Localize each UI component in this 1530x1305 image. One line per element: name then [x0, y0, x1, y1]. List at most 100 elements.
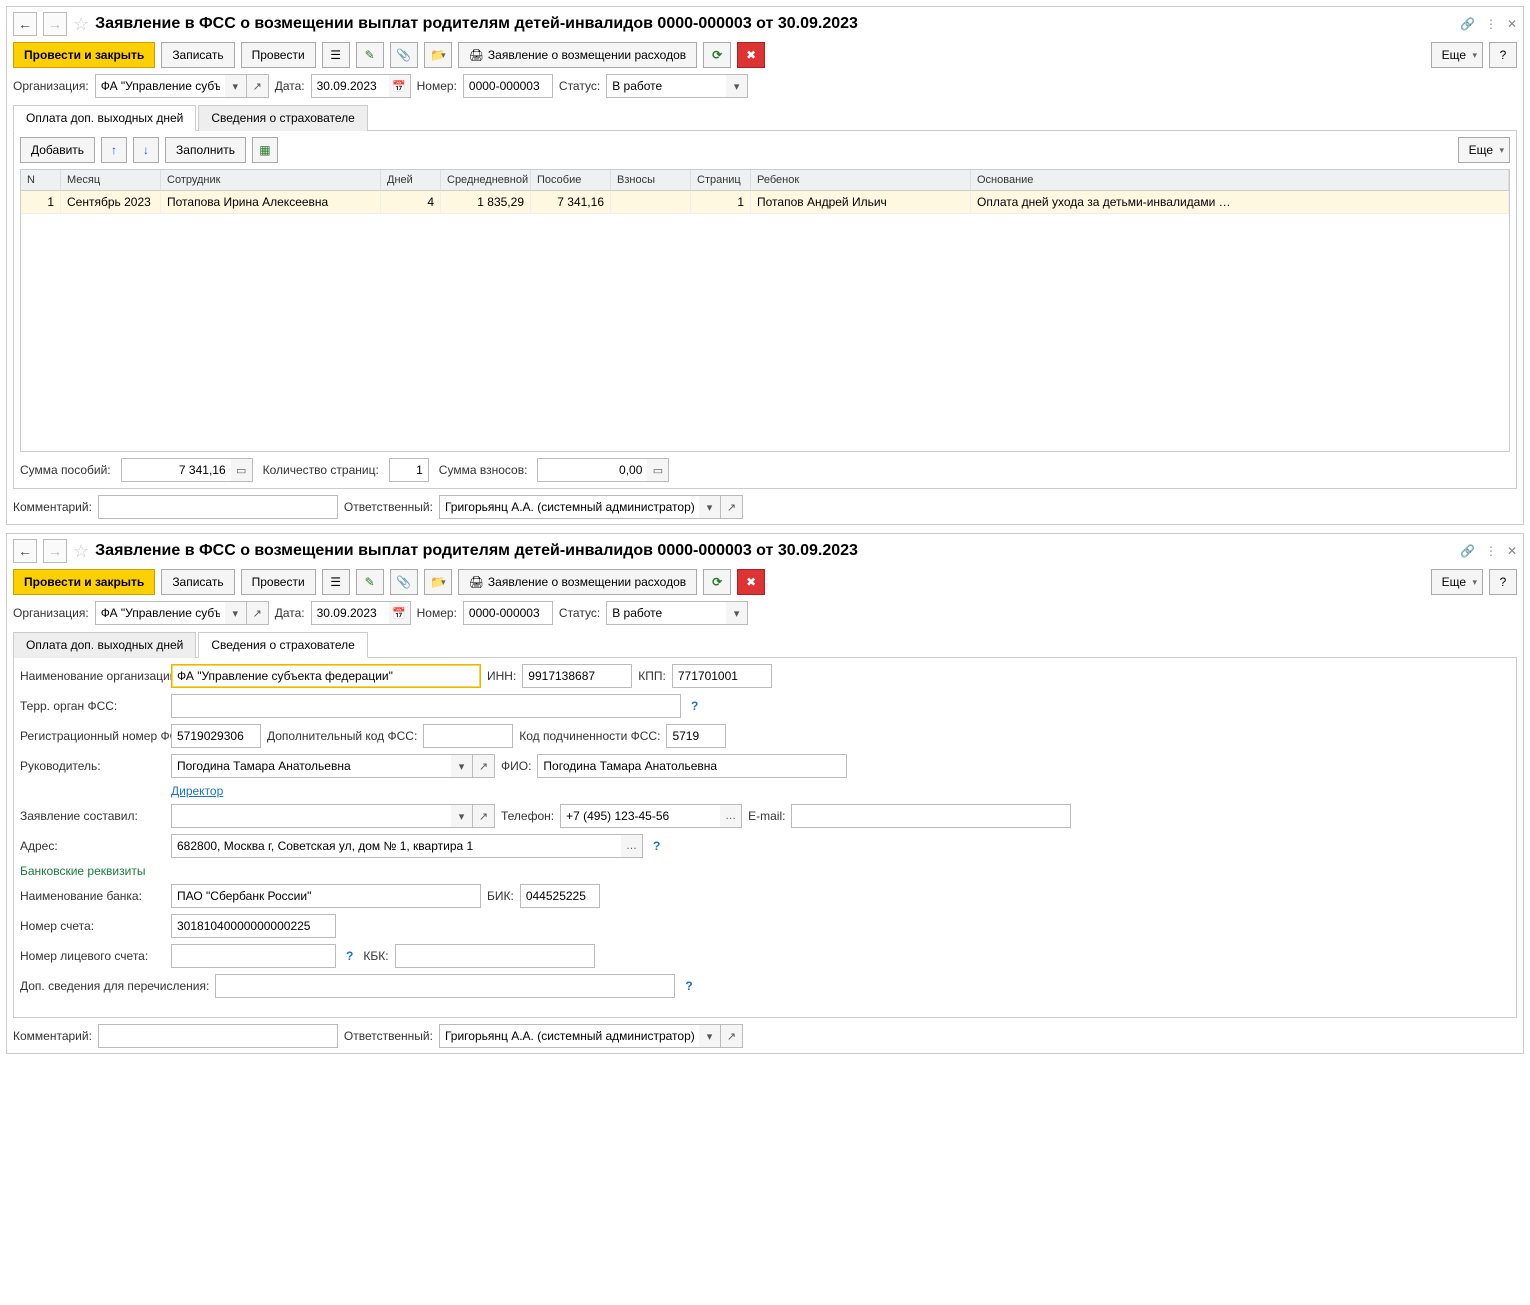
- nav-back-button[interactable]: ←: [13, 12, 37, 36]
- tab-extra-days-2[interactable]: Оплата доп. выходных дней: [13, 632, 196, 658]
- reg-input[interactable]: [171, 724, 261, 748]
- close-icon[interactable]: ✕: [1507, 17, 1517, 31]
- col-child[interactable]: Ребенок: [751, 170, 971, 191]
- close-icon-2[interactable]: ✕: [1507, 544, 1517, 558]
- tab-insurer-info[interactable]: Сведения о страхователе: [198, 105, 368, 131]
- grid-more-button[interactable]: Еще: [1458, 137, 1510, 163]
- num-input[interactable]: [463, 74, 553, 98]
- num-input-2[interactable]: [463, 601, 553, 625]
- col-month[interactable]: Месяц: [61, 170, 161, 191]
- write-button-2[interactable]: Записать: [161, 569, 234, 595]
- org-input[interactable]: [95, 74, 225, 98]
- tabular-icon-button[interactable]: ☰: [322, 42, 350, 68]
- tabular-icon-button-2[interactable]: ☰: [322, 569, 350, 595]
- pages-total-input[interactable]: [389, 458, 429, 482]
- add-row-button[interactable]: Добавить: [20, 137, 95, 163]
- stop-button[interactable]: ✖: [737, 42, 765, 68]
- highlighter-icon-button[interactable]: ✎: [356, 42, 384, 68]
- stop-button-2[interactable]: ✖: [737, 569, 765, 595]
- write-button[interactable]: Записать: [161, 42, 234, 68]
- addr-help-icon[interactable]: ?: [649, 839, 664, 853]
- highlighter-icon-button-2[interactable]: ✎: [356, 569, 384, 595]
- comment-input-2[interactable]: [98, 1024, 338, 1048]
- link-icon[interactable]: 🔗: [1460, 17, 1475, 31]
- bik-input[interactable]: [520, 884, 600, 908]
- ins-name-input[interactable]: [171, 664, 481, 688]
- days-grid[interactable]: N Месяц Сотрудник Дней Среднедневной Пос…: [20, 169, 1510, 452]
- move-down-button[interactable]: ↓: [133, 137, 159, 163]
- post-close-button[interactable]: Провести и закрыть: [13, 42, 155, 68]
- resp-dropdown-button[interactable]: ▾: [699, 495, 721, 519]
- nav-forward-button[interactable]: →: [43, 12, 67, 36]
- bank-input[interactable]: [171, 884, 481, 908]
- sum-calc-button[interactable]: ▭: [231, 458, 253, 482]
- resp-open-button[interactable]: ↗: [721, 495, 743, 519]
- contr-calc-button[interactable]: ▭: [647, 458, 669, 482]
- expense-report-button-2[interactable]: 🖨 Заявление о возмещении расходов: [458, 569, 697, 595]
- kpp-input[interactable]: [672, 664, 772, 688]
- col-basis[interactable]: Основание: [971, 170, 1509, 191]
- fio-input[interactable]: [537, 754, 847, 778]
- sum-benefit-input[interactable]: [121, 458, 231, 482]
- date-input-2[interactable]: [311, 601, 389, 625]
- folder-dropdown-button-2[interactable]: 📁: [424, 569, 452, 595]
- contr-total-input[interactable]: [537, 458, 647, 482]
- col-contr[interactable]: Взносы: [611, 170, 691, 191]
- refresh-button[interactable]: ⟳: [703, 42, 731, 68]
- comment-input[interactable]: [98, 495, 338, 519]
- attach-icon-button[interactable]: 📎: [390, 42, 418, 68]
- col-pages[interactable]: Страниц: [691, 170, 751, 191]
- more-button[interactable]: Еще: [1431, 42, 1483, 68]
- attach-icon-button-2[interactable]: 📎: [390, 569, 418, 595]
- inn-input[interactable]: [522, 664, 632, 688]
- org-dropdown-button[interactable]: ▾: [225, 74, 247, 98]
- position-link[interactable]: Директор: [171, 784, 223, 798]
- post-button[interactable]: Провести: [241, 42, 316, 68]
- org-input-2[interactable]: [95, 601, 225, 625]
- table-row[interactable]: 1 Сентябрь 2023 Потапова Ирина Алексеевн…: [21, 191, 1509, 214]
- fill-button[interactable]: Заполнить: [165, 137, 246, 163]
- refresh-button-2[interactable]: ⟳: [703, 569, 731, 595]
- responsible-input-2[interactable]: [439, 1024, 699, 1048]
- col-employee[interactable]: Сотрудник: [161, 170, 381, 191]
- addr-input[interactable]: [171, 834, 621, 858]
- terr-input[interactable]: [171, 694, 681, 718]
- post-close-button-2[interactable]: Провести и закрыть: [13, 569, 155, 595]
- col-n[interactable]: N: [21, 170, 61, 191]
- spreadsheet-icon-button[interactable]: ▦: [252, 137, 278, 163]
- org-open-button[interactable]: ↗: [247, 74, 269, 98]
- responsible-input[interactable]: [439, 495, 699, 519]
- status-input-2[interactable]: [606, 601, 726, 625]
- link-icon-2[interactable]: 🔗: [1460, 544, 1475, 558]
- kbk-input[interactable]: [395, 944, 595, 968]
- col-days[interactable]: Дней: [381, 170, 441, 191]
- expense-report-button[interactable]: 🖨 Заявление о возмещении расходов: [458, 42, 697, 68]
- tab-insurer-info-2[interactable]: Сведения о страхователе: [198, 632, 368, 658]
- col-avg[interactable]: Среднедневной: [441, 170, 531, 191]
- acc-input[interactable]: [171, 914, 336, 938]
- status-input[interactable]: [606, 74, 726, 98]
- nav-forward-button-2[interactable]: →: [43, 539, 67, 563]
- extra-input[interactable]: [215, 974, 675, 998]
- extra-help-icon[interactable]: ?: [681, 979, 696, 993]
- date-input[interactable]: [311, 74, 389, 98]
- date-calendar-button[interactable]: 📅: [389, 74, 411, 98]
- post-button-2[interactable]: Провести: [241, 569, 316, 595]
- terr-help-icon[interactable]: ?: [687, 699, 702, 713]
- more-button-2[interactable]: Еще: [1431, 569, 1483, 595]
- email-input[interactable]: [791, 804, 1071, 828]
- help-button-2[interactable]: ?: [1489, 569, 1517, 595]
- col-benefit[interactable]: Пособие: [531, 170, 611, 191]
- pers-help-icon[interactable]: ?: [342, 949, 357, 963]
- menu-dots-icon[interactable]: ⋮: [1485, 17, 1497, 31]
- folder-dropdown-button[interactable]: 📁: [424, 42, 452, 68]
- status-dropdown-button[interactable]: ▾: [726, 74, 748, 98]
- ruk-input[interactable]: [171, 754, 451, 778]
- favorite-star-icon-2[interactable]: ☆: [73, 541, 89, 562]
- pers-input[interactable]: [171, 944, 336, 968]
- menu-dots-icon-2[interactable]: ⋮: [1485, 544, 1497, 558]
- move-up-button[interactable]: ↑: [101, 137, 127, 163]
- pod-input[interactable]: [666, 724, 726, 748]
- compiled-input[interactable]: [171, 804, 451, 828]
- dop-input[interactable]: [423, 724, 513, 748]
